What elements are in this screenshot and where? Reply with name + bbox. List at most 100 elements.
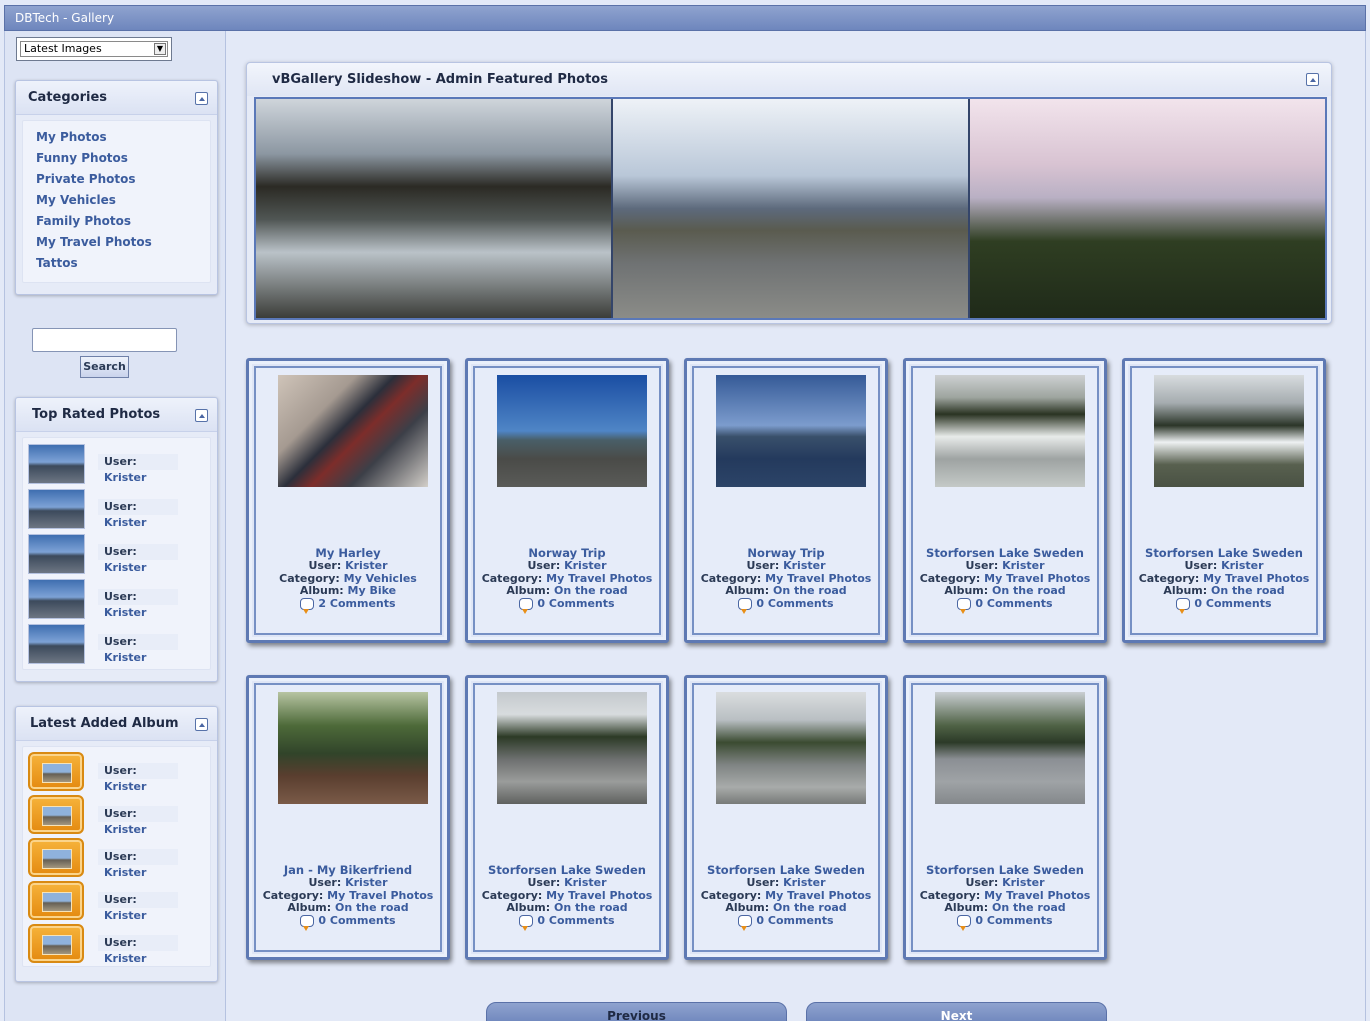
category-item-tattos[interactable]: Tattos [36, 253, 210, 274]
comments-link[interactable]: 0 Comments [975, 597, 1052, 611]
category-link[interactable]: My Travel Photos [984, 572, 1090, 585]
photo-title[interactable]: My Harley [256, 546, 440, 560]
category-link[interactable]: My Travel Photos [546, 572, 652, 585]
photo-thumbnail[interactable] [28, 579, 85, 619]
view-select-value[interactable]: Latest Images ▼ [20, 41, 168, 57]
category-item-my-vehicles[interactable]: My Vehicles [36, 190, 210, 211]
album-link[interactable]: On the road [554, 584, 628, 597]
photo-thumbnail[interactable] [935, 692, 1085, 804]
comments-link[interactable]: 0 Comments [756, 597, 833, 611]
photo-title[interactable]: Norway Trip [694, 546, 878, 560]
user-link[interactable]: Krister [104, 952, 146, 965]
comments-row: 0 Comments [738, 914, 834, 931]
photo-title[interactable]: Jan - My Bikerfriend [256, 863, 440, 877]
photo-title[interactable]: Storforsen Lake Sweden [694, 863, 878, 877]
user-link[interactable]: Krister [104, 516, 146, 529]
photo-title[interactable]: Norway Trip [475, 546, 659, 560]
user-link[interactable]: Krister [1002, 876, 1044, 889]
user-link[interactable]: Krister [104, 471, 146, 484]
album-link[interactable]: On the road [1211, 584, 1285, 597]
category-link[interactable]: My Travel Photos [765, 572, 871, 585]
view-select[interactable]: Latest Images ▼ [16, 37, 172, 61]
chevron-down-icon[interactable]: ▼ [154, 43, 166, 55]
category-link[interactable]: My Vehicles [344, 572, 417, 585]
photo-thumbnail[interactable] [935, 375, 1085, 487]
comment-icon [738, 597, 753, 614]
user-link[interactable]: Krister [564, 559, 606, 572]
category-item-private-photos[interactable]: Private Photos [36, 169, 210, 190]
category-link[interactable]: My Travel Photos [327, 889, 433, 902]
photo-thumbnail[interactable] [278, 375, 428, 487]
album-link[interactable]: On the road [992, 901, 1066, 914]
comments-link[interactable]: 0 Comments [756, 914, 833, 928]
photo-thumbnail[interactable] [28, 624, 85, 664]
user-link[interactable]: Krister [1002, 559, 1044, 572]
slideshow-header: vBGallery Slideshow - Admin Featured Pho… [247, 63, 1331, 96]
photo-thumbnail[interactable] [28, 534, 85, 574]
photo-card-inner: Storforsen Lake Sweden User: Krister Cat… [692, 683, 880, 952]
user-link[interactable]: Krister [345, 876, 387, 889]
category-link[interactable]: My Travel Photos [984, 889, 1090, 902]
collapse-icon[interactable] [195, 718, 208, 731]
category-item-funny-photos[interactable]: Funny Photos [36, 148, 210, 169]
album-link[interactable]: My Bike [348, 584, 397, 597]
photo-title[interactable]: Storforsen Lake Sweden [475, 863, 659, 877]
comments-link[interactable]: 0 Comments [1194, 597, 1271, 611]
category-item-family-photos[interactable]: Family Photos [36, 211, 210, 232]
category-link[interactable]: My Travel Photos [765, 889, 871, 902]
category-item-my-photos[interactable]: My Photos [36, 127, 210, 148]
comments-link[interactable]: 0 Comments [975, 914, 1052, 928]
album-label: Album: [944, 901, 989, 914]
comments-row: 0 Comments [957, 597, 1053, 614]
category-link[interactable]: My Travel Photos [1203, 572, 1309, 585]
photo-title[interactable]: Storforsen Lake Sweden [913, 863, 1097, 877]
slideshow-image[interactable] [613, 99, 968, 318]
album-link[interactable]: On the road [554, 901, 628, 914]
next-button[interactable]: Next [806, 1002, 1107, 1021]
comments-link[interactable]: 0 Comments [537, 597, 614, 611]
slideshow-image[interactable] [970, 99, 1325, 318]
collapse-icon[interactable] [195, 92, 208, 105]
user-link[interactable]: Krister [564, 876, 606, 889]
photo-thumbnail[interactable] [28, 489, 85, 529]
category-link[interactable]: My Travel Photos [546, 889, 652, 902]
photo-thumbnail[interactable] [497, 375, 647, 487]
user-link[interactable]: Krister [345, 559, 387, 572]
photo-thumbnail[interactable] [716, 375, 866, 487]
album-thumbnail[interactable] [28, 924, 84, 963]
album-thumbnail[interactable] [28, 795, 84, 834]
search-button[interactable]: Search [80, 356, 129, 378]
user-link[interactable]: Krister [104, 606, 146, 619]
user-link[interactable]: Krister [783, 559, 825, 572]
user-label: User: [965, 559, 999, 572]
user-link[interactable]: Krister [104, 561, 146, 574]
album-thumbnail[interactable] [28, 881, 84, 920]
album-link[interactable]: On the road [335, 901, 409, 914]
collapse-icon[interactable] [195, 409, 208, 422]
album-link[interactable]: On the road [773, 584, 847, 597]
user-link[interactable]: Krister [104, 651, 146, 664]
user-link[interactable]: Krister [783, 876, 825, 889]
photo-thumbnail[interactable] [497, 692, 647, 804]
search-input[interactable] [32, 328, 177, 352]
photo-card: Storforsen Lake Sweden User: Krister Cat… [1122, 358, 1326, 643]
comments-link[interactable]: 2 Comments [318, 597, 395, 611]
album-link[interactable]: On the road [992, 584, 1066, 597]
photo-thumbnail[interactable] [28, 444, 85, 484]
album-thumbnail[interactable] [28, 838, 84, 877]
category-item-my-travel-photos[interactable]: My Travel Photos [36, 232, 210, 253]
collapse-icon[interactable] [1306, 73, 1319, 86]
album-link[interactable]: On the road [773, 901, 847, 914]
photo-title[interactable]: Storforsen Lake Sweden [913, 546, 1097, 560]
photo-info: Storforsen Lake Sweden User: Krister Cat… [694, 863, 878, 931]
comments-link[interactable]: 0 Comments [537, 914, 614, 928]
photo-thumbnail[interactable] [1154, 375, 1304, 487]
user-link[interactable]: Krister [1221, 559, 1263, 572]
photo-title[interactable]: Storforsen Lake Sweden [1132, 546, 1316, 560]
photo-thumbnail[interactable] [716, 692, 866, 804]
comments-link[interactable]: 0 Comments [318, 914, 395, 928]
photo-thumbnail[interactable] [278, 692, 428, 804]
previous-button[interactable]: Previous [486, 1002, 787, 1021]
slideshow-image[interactable] [256, 99, 611, 318]
album-thumbnail[interactable] [28, 752, 84, 791]
